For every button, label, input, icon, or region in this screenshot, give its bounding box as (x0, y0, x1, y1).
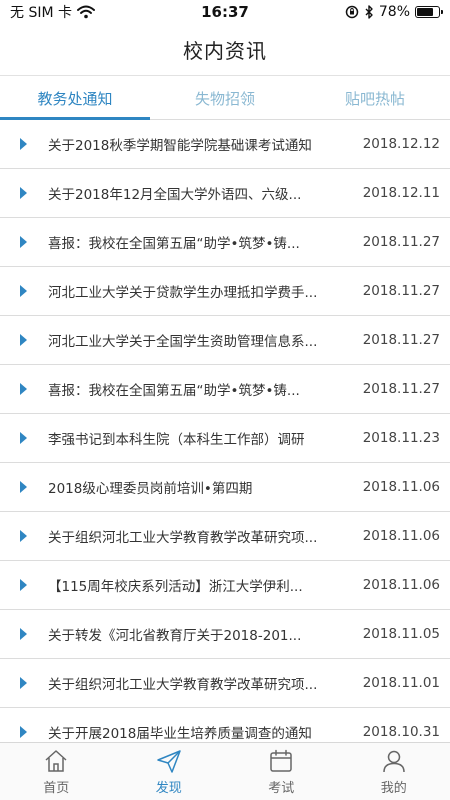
news-title: 关于组织河北工业大学教育教学改革研究项... (48, 530, 318, 546)
list-item[interactable]: 李强书记到本科生院（本科生工作部）调研 2018.11.23 (0, 414, 450, 463)
news-date: 2018.11.27 (362, 332, 440, 348)
status-left: 无 SIM 卡 (10, 2, 95, 22)
tabbar-label: 发现 (155, 780, 182, 796)
nav-bar: 校内资讯 (0, 24, 450, 76)
news-title: 关于转发《河北省教育厅关于2018-201... (48, 628, 302, 644)
triangle-bullet-icon (20, 432, 27, 444)
news-date: 2018.10.31 (362, 724, 440, 740)
top-tabs: 教务处通知 失物招领 贴吧热帖 (0, 77, 450, 120)
triangle-bullet-icon (20, 236, 27, 248)
battery-icon (415, 6, 443, 18)
news-date: 2018.11.23 (362, 430, 440, 446)
news-title: 2018级心理委员岗前培训•第四期 (48, 481, 253, 497)
list-item[interactable]: 喜报：我校在全国第五届“助学•筑梦•铸... 2018.11.27 (0, 365, 450, 414)
news-date: 2018.11.06 (362, 577, 440, 593)
tabbar-exam[interactable]: 考试 (225, 743, 338, 800)
news-title: 关于组织河北工业大学教育教学改革研究项... (48, 677, 318, 693)
news-title: 关于开展2018届毕业生培养质量调查的通知 (48, 726, 312, 742)
triangle-bullet-icon (20, 579, 27, 591)
triangle-bullet-icon (20, 677, 27, 689)
triangle-bullet-icon (20, 383, 27, 395)
news-title: 关于2018年12月全国大学外语四、六级... (48, 187, 302, 203)
page-title: 校内资讯 (183, 39, 267, 63)
news-title: 喜报：我校在全国第五届“助学•筑梦•铸... (48, 383, 300, 399)
list-item[interactable]: 关于开展2018届毕业生培养质量调查的通知 2018.10.31 (0, 708, 450, 742)
status-right: 78% (345, 4, 443, 20)
bottom-tab-bar: 首页 发现 考试 我的 (0, 742, 450, 800)
news-date: 2018.12.11 (362, 185, 440, 201)
list-item[interactable]: 关于转发《河北省教育厅关于2018-201... 2018.11.05 (0, 610, 450, 659)
tab-hot-posts[interactable]: 贴吧热帖 (300, 77, 450, 119)
list-item[interactable]: 关于组织河北工业大学教育教学改革研究项... 2018.11.06 (0, 512, 450, 561)
triangle-bullet-icon (20, 530, 27, 542)
triangle-bullet-icon (20, 138, 27, 150)
list-item[interactable]: 河北工业大学关于全国学生资助管理信息系... 2018.11.27 (0, 316, 450, 365)
triangle-bullet-icon (20, 628, 27, 640)
send-icon (157, 749, 181, 773)
calendar-icon (270, 749, 292, 772)
list-item[interactable]: 河北工业大学关于贷款学生办理抵扣学费手... 2018.11.27 (0, 267, 450, 316)
news-title: 喜报：我校在全国第五届“助学•筑梦•铸... (48, 236, 300, 252)
list-item[interactable]: 喜报：我校在全国第五届“助学•筑梦•铸... 2018.11.27 (0, 218, 450, 267)
list-item[interactable]: 关于2018秋季学期智能学院基础课考试通知 2018.12.12 (0, 120, 450, 169)
home-icon (45, 749, 67, 772)
news-title: 【115周年校庆系列活动】浙江大学伊利... (48, 579, 303, 595)
news-title: 关于2018秋季学期智能学院基础课考试通知 (48, 138, 312, 154)
wifi-icon (77, 5, 95, 19)
news-date: 2018.12.12 (362, 136, 440, 152)
tabbar-profile[interactable]: 我的 (338, 743, 450, 800)
triangle-bullet-icon (20, 334, 27, 346)
news-date: 2018.11.05 (362, 626, 440, 642)
user-icon (383, 750, 405, 772)
triangle-bullet-icon (20, 187, 27, 199)
list-item[interactable]: 关于组织河北工业大学教育教学改革研究项... 2018.11.01 (0, 659, 450, 708)
triangle-bullet-icon (20, 285, 27, 297)
triangle-bullet-icon (20, 481, 27, 493)
news-title: 河北工业大学关于贷款学生办理抵扣学费手... (48, 285, 318, 301)
carrier-label: 无 SIM 卡 (10, 5, 72, 21)
bluetooth-icon (365, 5, 373, 19)
battery-percent: 78% (378, 4, 410, 20)
rotation-lock-icon (345, 5, 359, 19)
news-list[interactable]: 关于2018秋季学期智能学院基础课考试通知 2018.12.12 关于2018年1… (0, 120, 450, 742)
tabbar-label: 我的 (380, 780, 407, 796)
triangle-bullet-icon (20, 726, 27, 738)
news-date: 2018.11.27 (362, 381, 440, 397)
tabbar-label: 考试 (268, 780, 295, 796)
list-item[interactable]: 关于2018年12月全国大学外语四、六级... 2018.12.11 (0, 169, 450, 218)
tabbar-label: 首页 (43, 780, 70, 796)
list-item[interactable]: 2018级心理委员岗前培训•第四期 2018.11.06 (0, 463, 450, 512)
tab-academic-notices[interactable]: 教务处通知 (0, 77, 150, 120)
tabbar-home[interactable]: 首页 (0, 743, 113, 800)
news-date: 2018.11.06 (362, 479, 440, 495)
list-item[interactable]: 【115周年校庆系列活动】浙江大学伊利... 2018.11.06 (0, 561, 450, 610)
tabbar-discover[interactable]: 发现 (113, 743, 226, 800)
news-date: 2018.11.27 (362, 234, 440, 250)
news-title: 李强书记到本科生院（本科生工作部）调研 (48, 432, 305, 448)
news-date: 2018.11.27 (362, 283, 440, 299)
news-date: 2018.11.01 (362, 675, 440, 691)
news-title: 河北工业大学关于全国学生资助管理信息系... (48, 334, 318, 350)
news-date: 2018.11.06 (362, 528, 440, 544)
status-bar: 无 SIM 卡 16:37 78% (0, 0, 450, 24)
battery-level (417, 8, 434, 16)
tab-lost-and-found[interactable]: 失物招领 (150, 77, 300, 119)
